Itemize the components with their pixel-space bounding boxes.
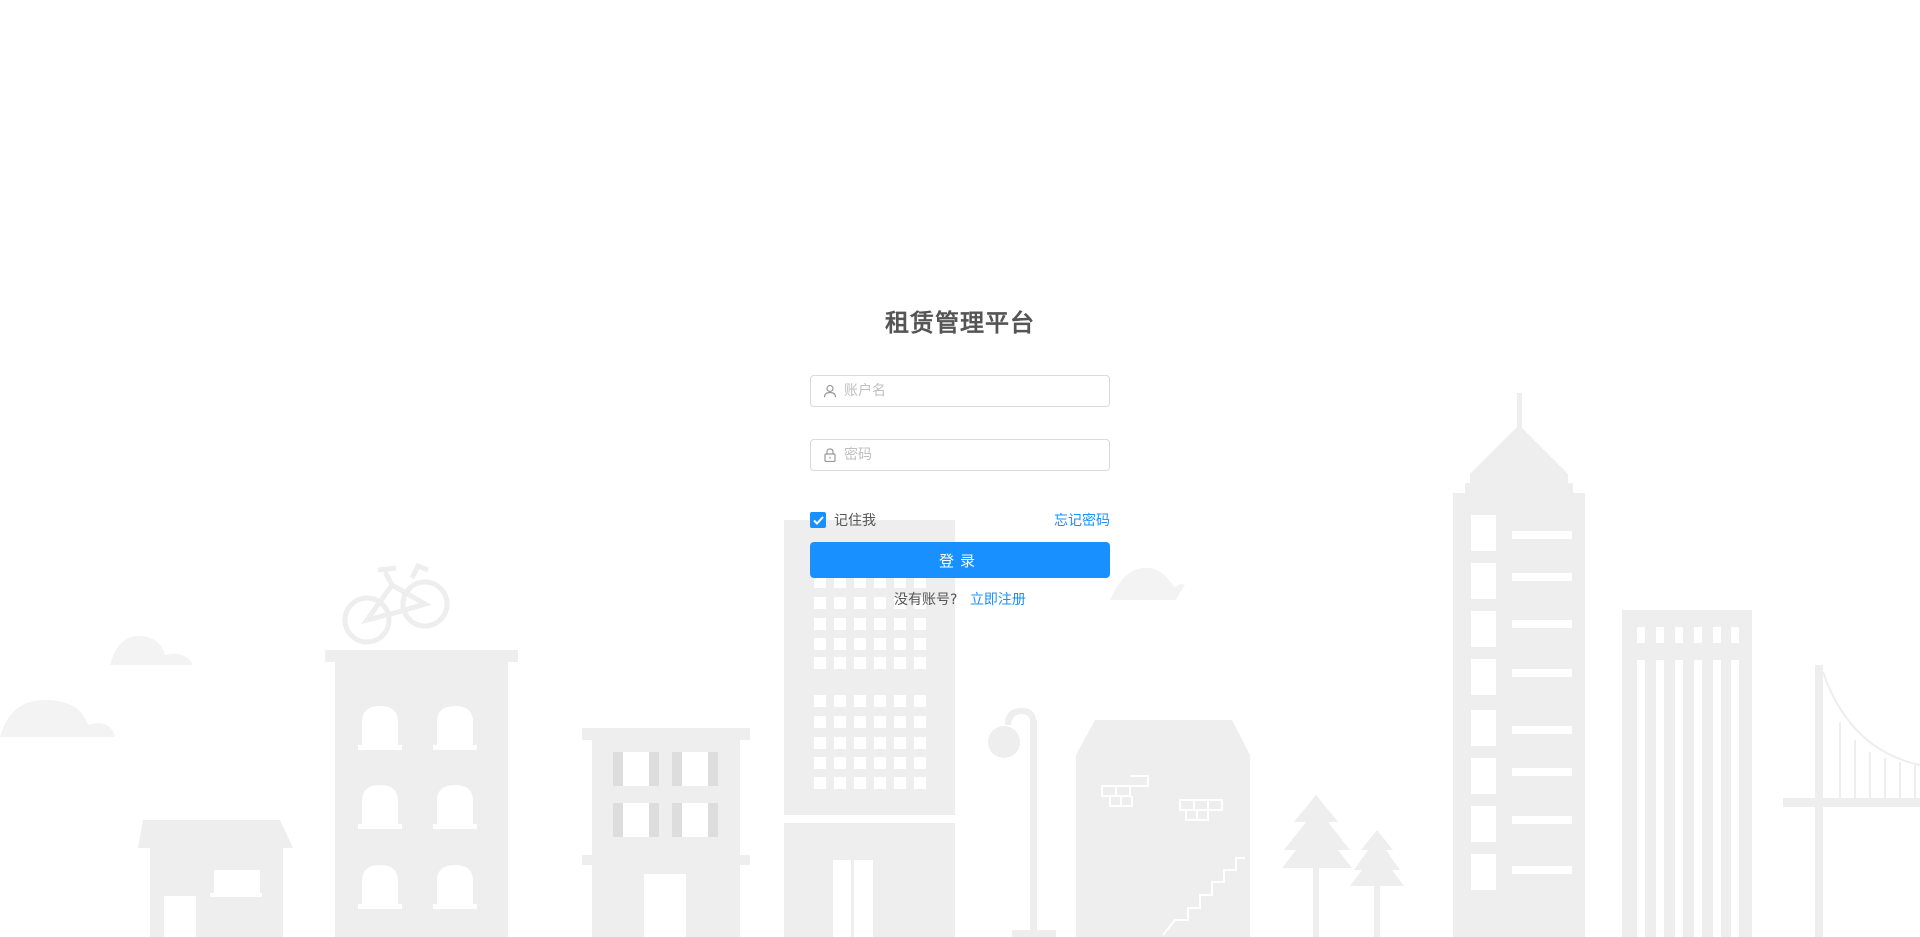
house-illustration: [138, 820, 293, 937]
office-window: [874, 657, 886, 669]
checkbox-checked-icon[interactable]: [810, 512, 826, 528]
office-window: [834, 716, 846, 728]
lock-icon: [822, 447, 838, 463]
office-window: [814, 695, 826, 707]
office-window: [914, 618, 926, 630]
username-input[interactable]: [844, 377, 1109, 405]
office-window: [814, 777, 826, 789]
office-window: [914, 737, 926, 749]
bridge-illustration: [1783, 665, 1920, 937]
office-window: [874, 716, 886, 728]
brick-building-illustration: [1076, 720, 1250, 937]
office-window: [894, 638, 906, 650]
office-window: [854, 716, 866, 728]
office-window: [894, 716, 906, 728]
page-title: 租赁管理平台: [885, 309, 1035, 337]
office-window: [834, 757, 846, 769]
office-window: [874, 737, 886, 749]
office-window: [914, 695, 926, 707]
register-row: 没有账号? 立即注册: [810, 589, 1110, 609]
office-window: [894, 777, 906, 789]
shop-illustration: [582, 728, 750, 937]
office-window: [894, 737, 906, 749]
office-window: [834, 657, 846, 669]
office-window: [914, 638, 926, 650]
office-window: [854, 695, 866, 707]
password-input[interactable]: [844, 441, 1109, 469]
office-window: [834, 638, 846, 650]
forgot-password-link[interactable]: 忘记密码: [1054, 510, 1110, 530]
office-window: [834, 695, 846, 707]
remember-me-checkbox[interactable]: 记住我: [810, 510, 876, 530]
columned-building-illustration: [1622, 610, 1752, 937]
office-window: [814, 737, 826, 749]
office-tower-illustration: [784, 520, 955, 937]
office-window: [854, 737, 866, 749]
tree-illustration: [1282, 795, 1404, 937]
office-window: [914, 757, 926, 769]
remember-me-label[interactable]: 记住我: [834, 510, 876, 530]
login-button[interactable]: 登录: [810, 542, 1110, 578]
register-prompt: 没有账号?: [894, 592, 958, 608]
office-window: [894, 695, 906, 707]
office-window: [854, 638, 866, 650]
office-window: [894, 618, 906, 630]
office-window: [814, 618, 826, 630]
office-window: [914, 777, 926, 789]
office-window: [874, 695, 886, 707]
office-window: [854, 757, 866, 769]
office-window: [834, 737, 846, 749]
office-window: [834, 618, 846, 630]
register-link[interactable]: 立即注册: [970, 592, 1026, 608]
office-window: [894, 757, 906, 769]
password-field[interactable]: [810, 439, 1110, 471]
office-window: [874, 618, 886, 630]
office-window: [914, 657, 926, 669]
office-window: [834, 777, 846, 789]
login-panel: 租赁管理平台 记住我 忘记密码 登录 没有账号?: [810, 305, 1110, 608]
office-window: [854, 657, 866, 669]
street-lamp-illustration: [988, 708, 1056, 937]
office-window: [874, 757, 886, 769]
skyscraper-illustration: [1453, 393, 1585, 937]
building-illustration: [325, 650, 518, 937]
office-window: [874, 638, 886, 650]
office-window: [914, 716, 926, 728]
user-icon: [822, 383, 838, 399]
office-window: [814, 657, 826, 669]
username-field[interactable]: [810, 375, 1110, 407]
office-window: [854, 777, 866, 789]
office-window: [814, 638, 826, 650]
office-window: [894, 657, 906, 669]
office-window: [814, 757, 826, 769]
office-window: [854, 618, 866, 630]
office-window: [814, 716, 826, 728]
office-window: [874, 777, 886, 789]
bicycle-icon: [342, 562, 450, 645]
